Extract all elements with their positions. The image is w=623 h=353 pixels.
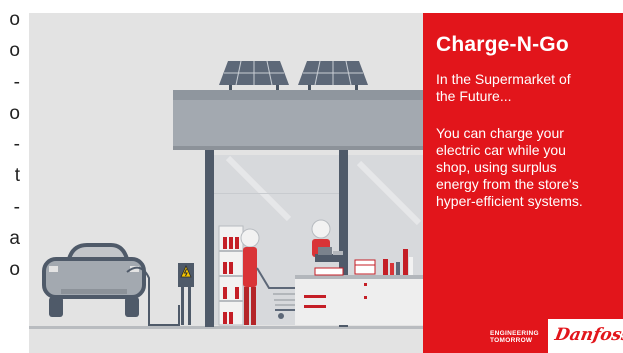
panel-body-line: hyper-efficient systems. (436, 193, 583, 209)
info-panel: Charge-N-Go In the Supermarket of the Fu… (423, 13, 623, 353)
panel-body-line: shop, using surplus (436, 159, 557, 175)
clipped-char: o (9, 259, 20, 280)
brand-logo-text: Danfoss (553, 325, 623, 345)
clipped-char: o (9, 40, 20, 61)
solar-panel-icon (219, 60, 289, 90)
panel-subtitle-line: In the Supermarket of (436, 71, 571, 87)
solar-panel-icon (298, 60, 368, 90)
clipped-char: a (9, 228, 20, 249)
panel-body: You can charge your electric car while y… (436, 125, 622, 210)
panel-subtitle: In the Supermarket of the Future... (436, 71, 616, 105)
clipped-char: - (13, 72, 20, 93)
brand-logo: Danfoss (548, 319, 623, 353)
clipped-char: - (13, 134, 20, 155)
panel-title: Charge-N-Go (436, 33, 569, 56)
brand-tagline: ENGINEERING TOMORROW (490, 330, 539, 344)
supermarket-illustration (29, 13, 423, 353)
clipped-char: o (9, 9, 20, 30)
panel-subtitle-line: the Future... (436, 88, 512, 104)
clipped-char: o (9, 103, 20, 124)
clipped-char: - (13, 197, 20, 218)
tagline-line: TOMORROW (490, 337, 533, 344)
panel-body-line: electric car while you (436, 142, 566, 158)
clipped-text-column: o o - o - t - a o (0, 0, 20, 353)
tagline-line: ENGINEERING (490, 330, 539, 337)
panel-body-line: energy from the store's (436, 176, 579, 192)
charging-station-icon (178, 263, 194, 325)
electric-car-icon (42, 243, 146, 317)
panel-body-line: You can charge your (436, 125, 564, 141)
clipped-char: t (14, 165, 20, 186)
